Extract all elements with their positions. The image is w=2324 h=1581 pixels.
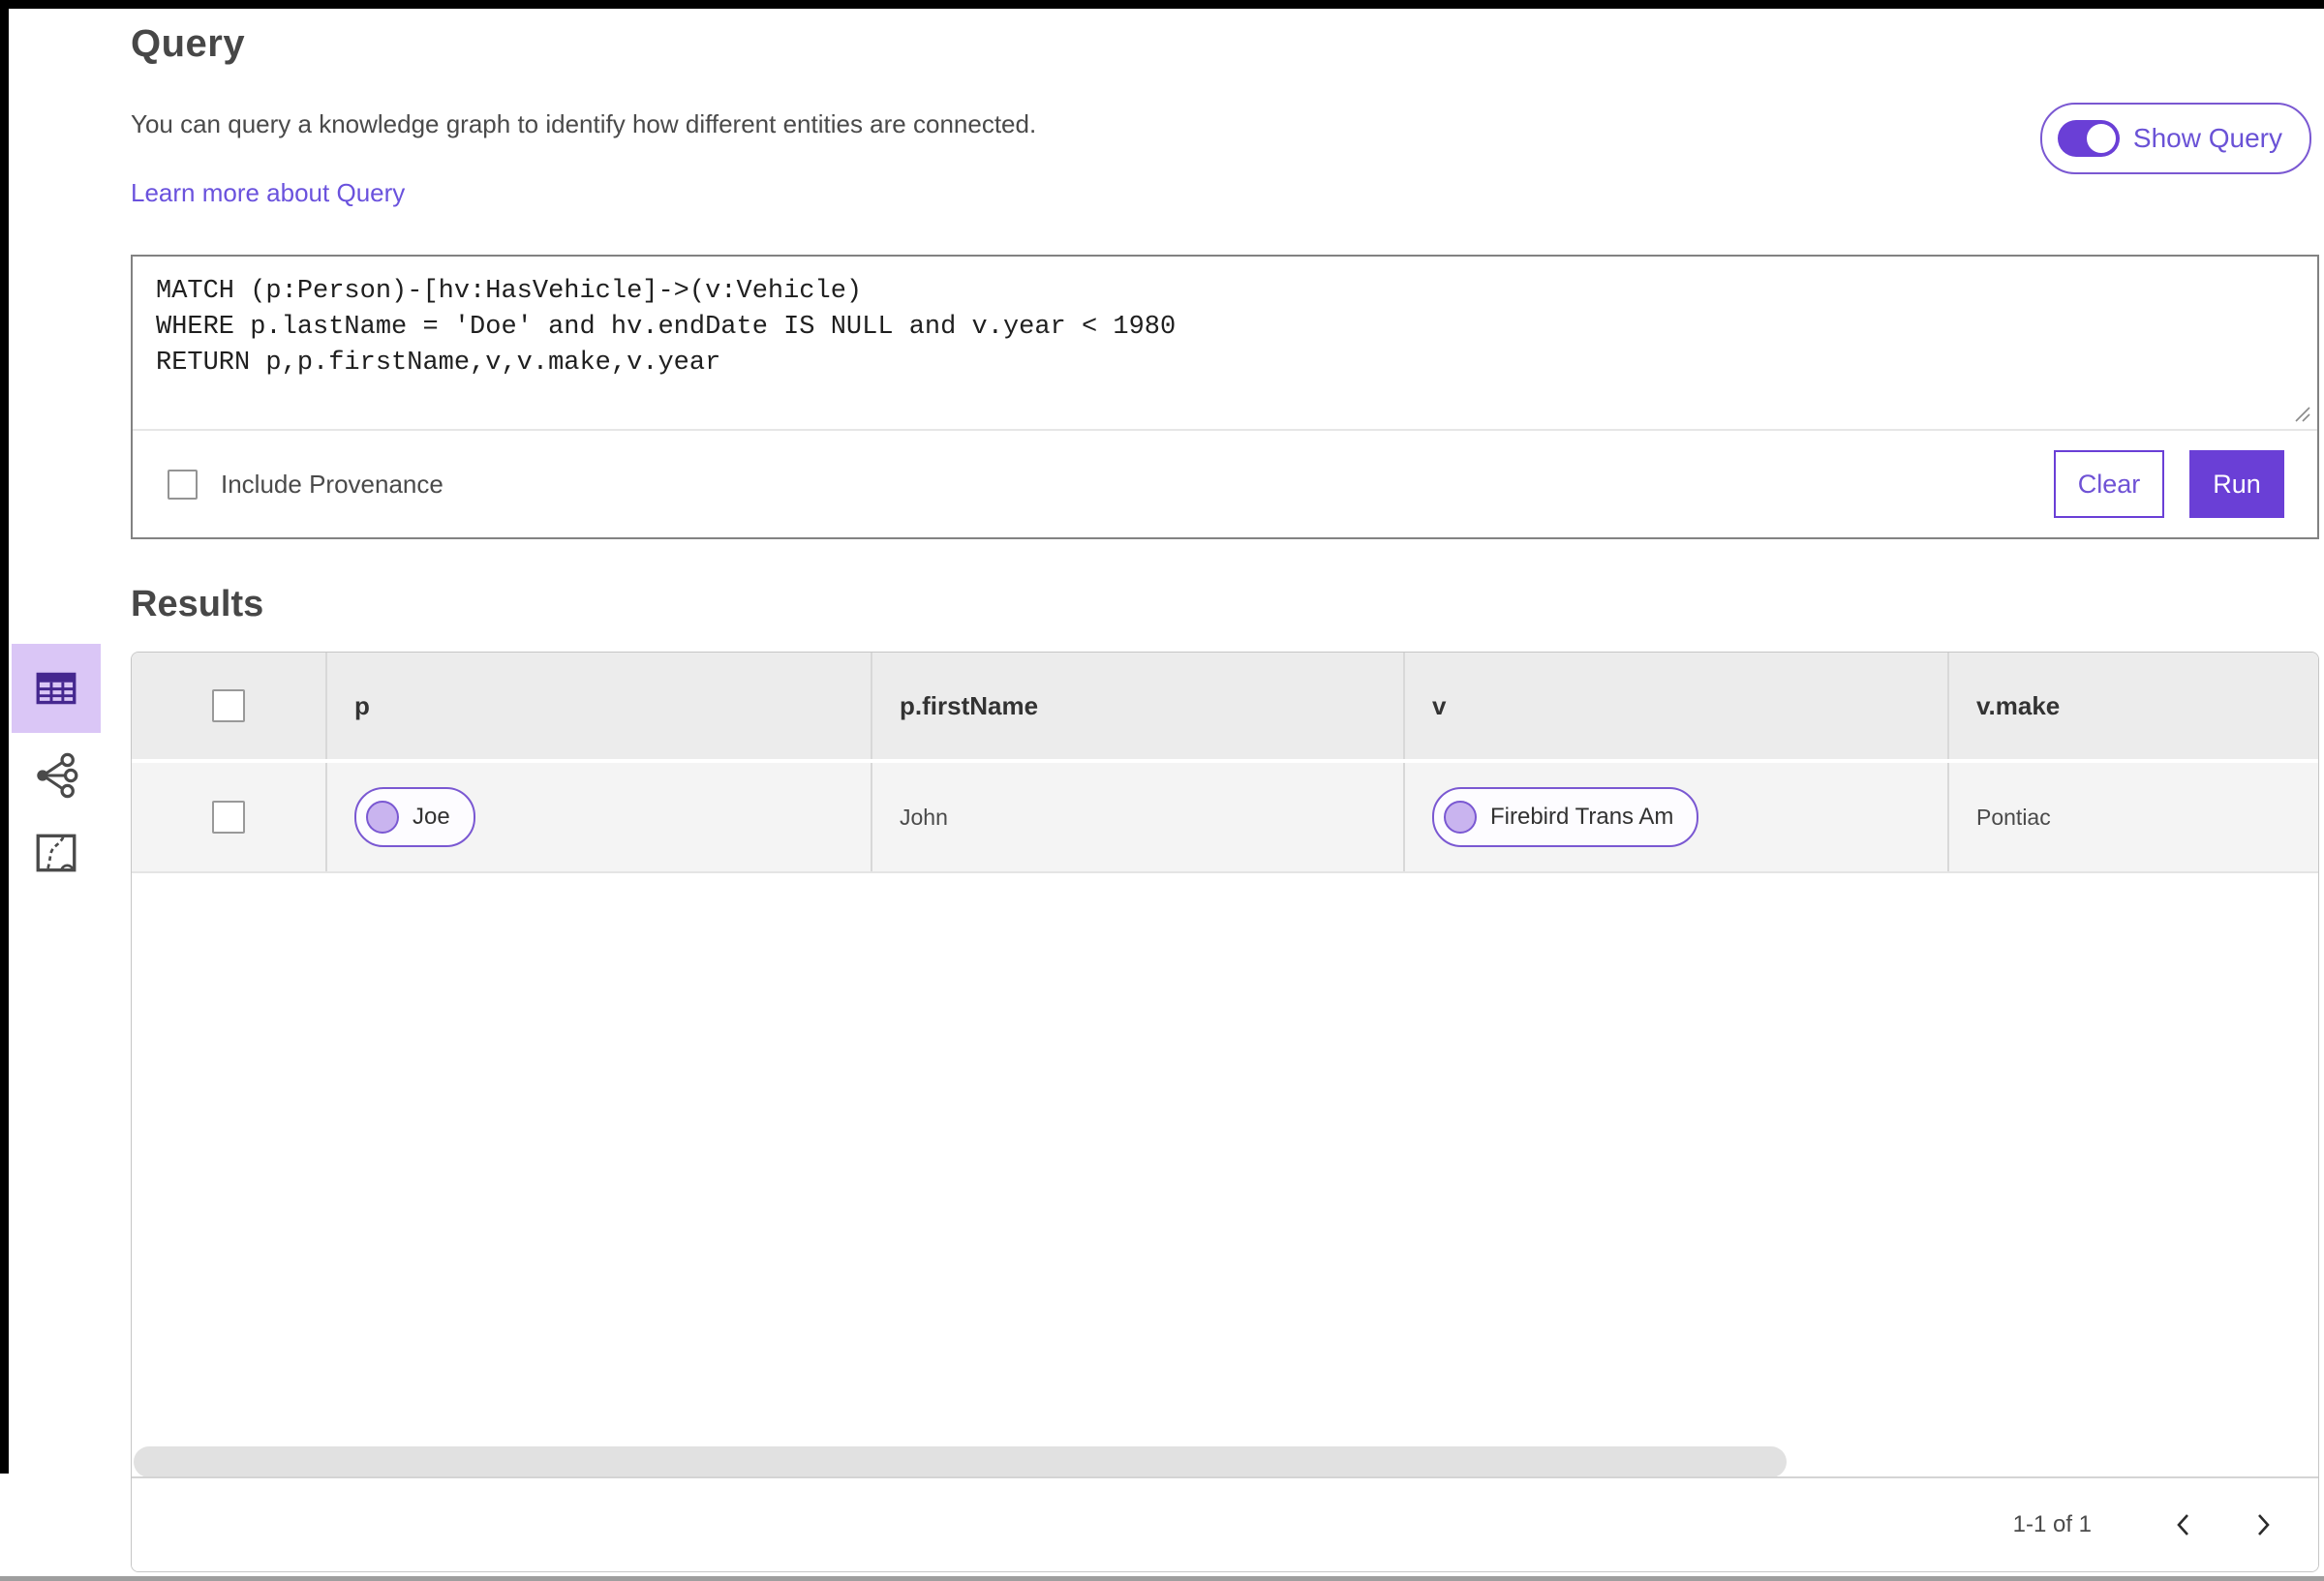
- query-panel-footer: Include Provenance Clear Run: [133, 431, 2317, 537]
- include-provenance-label: Include Provenance: [221, 469, 443, 499]
- window-top-border: [0, 0, 2324, 9]
- horizontal-scrollbar-thumb[interactable]: [134, 1446, 1788, 1477]
- cell-v: Firebird Trans Am: [1405, 763, 1949, 871]
- query-textarea[interactable]: MATCH (p:Person)-[hv:HasVehicle]->(v:Veh…: [133, 257, 2317, 429]
- show-query-toggle[interactable]: Show Query: [2039, 103, 2311, 174]
- entity-node-icon: [366, 801, 399, 834]
- run-button[interactable]: Run: [2189, 450, 2284, 518]
- page-range-label: 1-1 of 1: [2012, 1511, 2092, 1537]
- query-panel: MATCH (p:Person)-[hv:HasVehicle]->(v:Veh…: [131, 255, 2319, 539]
- toggle-switch-icon[interactable]: [2057, 120, 2120, 157]
- map-view-button[interactable]: [12, 818, 101, 888]
- table-header-row: p p.firstName v v.make: [132, 653, 2318, 763]
- results-heading: Results: [131, 584, 264, 624]
- next-page-button[interactable]: [2247, 1508, 2279, 1541]
- entity-node-icon: [1444, 801, 1477, 834]
- window-left-border: [0, 0, 9, 1474]
- entity-pill-vehicle[interactable]: Firebird Trans Am: [1432, 787, 1699, 847]
- prev-page-button[interactable]: [2167, 1508, 2200, 1541]
- chevron-right-icon: [2258, 1514, 2270, 1535]
- main-content: Query You can query a knowledge graph to…: [131, 9, 2319, 1572]
- table-icon: [36, 672, 76, 705]
- row-checkbox-cell: [132, 763, 327, 871]
- table-row: Joe John Firebird Trans Am Pontiac: [132, 763, 2318, 873]
- select-all-checkbox[interactable]: [212, 689, 245, 722]
- entity-pill-person[interactable]: Joe: [354, 787, 475, 847]
- table-view-button[interactable]: [12, 644, 101, 733]
- column-header-v[interactable]: v: [1405, 653, 1949, 759]
- row-checkbox[interactable]: [212, 801, 245, 834]
- chevron-left-icon: [2177, 1514, 2188, 1535]
- results-table: p p.firstName v v.make Joe John Firebird…: [131, 652, 2319, 1572]
- window-bottom-border: [0, 1576, 2324, 1581]
- column-header-p-firstname[interactable]: p.firstName: [872, 653, 1405, 759]
- link-chart-view-button[interactable]: [12, 741, 101, 810]
- entity-pill-label: Joe: [413, 804, 450, 830]
- toggle-knob: [2086, 124, 2116, 153]
- show-query-label: Show Query: [2132, 123, 2282, 153]
- cell-p: Joe: [327, 763, 872, 871]
- column-header-v-make[interactable]: v.make: [1949, 653, 2318, 759]
- clear-button[interactable]: Clear: [2054, 450, 2164, 518]
- map-icon: [36, 834, 76, 872]
- cell-v-make: Pontiac: [1949, 763, 2318, 871]
- resize-grip-icon[interactable]: [2294, 406, 2311, 423]
- learn-more-link[interactable]: Learn more about Query: [131, 178, 405, 208]
- entity-pill-label: Firebird Trans Am: [1490, 804, 1674, 830]
- page-description: You can query a knowledge graph to ident…: [131, 109, 1037, 138]
- page-title: Query: [131, 22, 246, 65]
- cell-p-firstname: John: [872, 763, 1405, 871]
- column-header-p[interactable]: p: [327, 653, 872, 759]
- table-footer: 1-1 of 1: [132, 1476, 2318, 1571]
- query-editor-area: MATCH (p:Person)-[hv:HasVehicle]->(v:Veh…: [133, 257, 2317, 431]
- link-chart-icon: [37, 752, 78, 799]
- header-checkbox-cell: [132, 653, 327, 759]
- results-view-rail: [12, 644, 101, 888]
- include-provenance-checkbox[interactable]: [168, 469, 198, 500]
